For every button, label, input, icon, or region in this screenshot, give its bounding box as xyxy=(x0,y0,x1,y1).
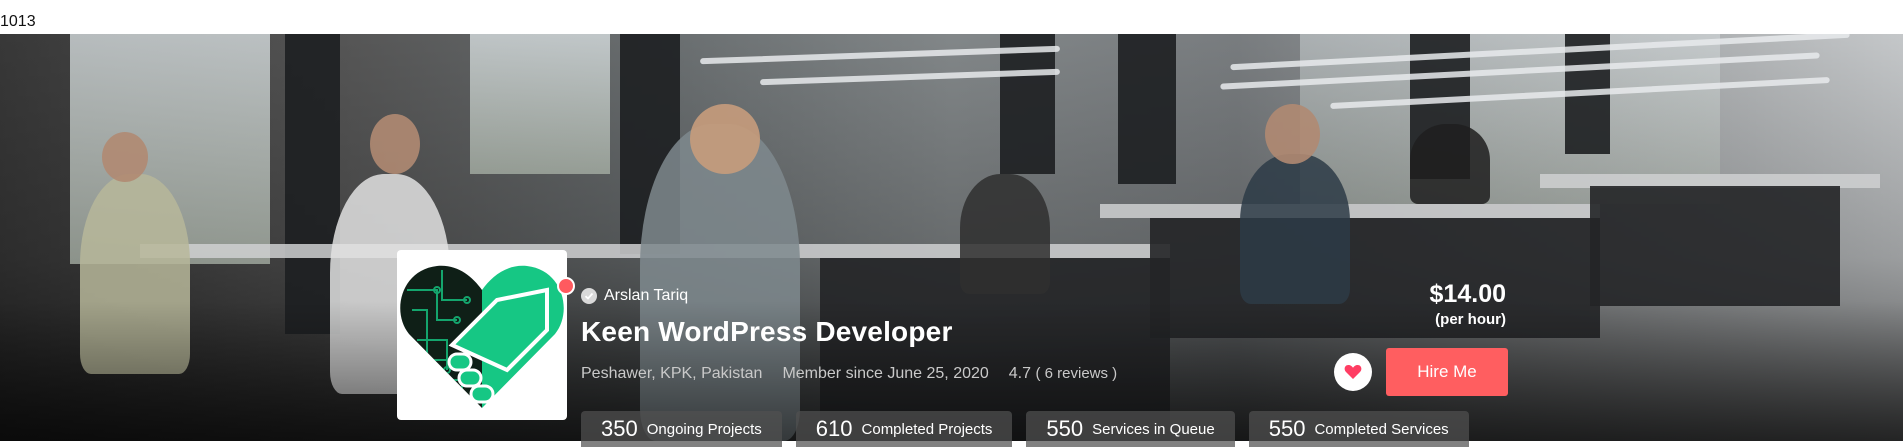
stat-label: Completed Projects xyxy=(861,420,993,438)
user-name-row: Arslan Tariq xyxy=(581,287,688,305)
stats-bar: 350 Ongoing Projects 610 Completed Proje… xyxy=(581,411,1469,447)
stat-completed-services: 550 Completed Services xyxy=(1248,411,1469,447)
checkmark-icon xyxy=(584,292,594,300)
stat-label: Services in Queue xyxy=(1092,420,1215,438)
stat-value: 550 xyxy=(1268,416,1306,441)
window-mid xyxy=(470,34,610,174)
stat-label: Completed Services xyxy=(1314,420,1449,438)
person xyxy=(1410,124,1490,204)
person-head xyxy=(370,114,420,174)
pillar xyxy=(1118,34,1176,184)
desk-row xyxy=(1100,204,1600,218)
rating-value: 4.7 xyxy=(1008,365,1032,382)
rating-group[interactable]: 4.7 ( 6 reviews ) xyxy=(1009,365,1117,383)
online-status-dot xyxy=(557,277,575,295)
stat-ongoing-projects: 350 Ongoing Projects xyxy=(581,411,782,447)
stat-completed-projects: 610 Completed Projects xyxy=(795,411,1013,447)
heart-icon xyxy=(1344,365,1362,379)
person xyxy=(960,174,1050,294)
job-title: Keen WordPress Developer xyxy=(581,316,953,347)
profile-meta: Peshawer, KPK, Pakistan Member since Jun… xyxy=(581,365,1117,383)
person xyxy=(1240,154,1350,304)
profile-logo xyxy=(397,250,567,420)
desk-base xyxy=(1590,186,1840,306)
stat-value: 610 xyxy=(815,416,853,441)
favorite-button[interactable] xyxy=(1334,353,1372,391)
person-head xyxy=(1265,104,1320,164)
stat-value: 550 xyxy=(1046,416,1084,441)
reviews-count: ( 6 reviews ) xyxy=(1035,365,1118,382)
hire-me-button[interactable]: Hire Me xyxy=(1386,348,1508,396)
stat-services-in-queue: 550 Services in Queue xyxy=(1026,411,1235,447)
stat-value: 350 xyxy=(601,416,638,441)
location-text: Peshawer, KPK, Pakistan xyxy=(581,365,763,382)
stat-label: Ongoing Projects xyxy=(646,420,762,438)
member-since-text: Member since June 25, 2020 xyxy=(782,365,989,382)
verified-check-icon xyxy=(581,288,597,304)
price-amount: $14.00 xyxy=(1429,280,1506,308)
hourly-rate: $14.00 (per hour) xyxy=(1430,280,1506,328)
person-head xyxy=(102,132,148,182)
pillar xyxy=(1000,34,1055,174)
person-head xyxy=(690,104,760,174)
user-name[interactable]: Arslan Tariq xyxy=(604,287,688,305)
handshake-logo-icon xyxy=(400,265,564,408)
price-unit: (per hour) xyxy=(1435,311,1506,328)
page-counter-text: 1013 xyxy=(0,13,36,30)
